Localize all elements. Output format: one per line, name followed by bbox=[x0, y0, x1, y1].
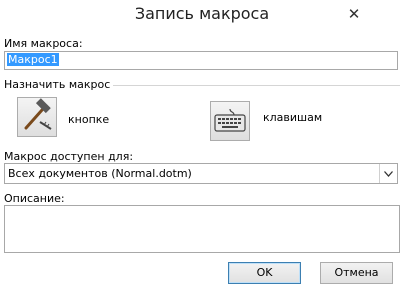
close-icon: ✕ bbox=[347, 5, 361, 23]
assign-to-keyboard-button[interactable] bbox=[210, 101, 250, 141]
hammer-icon bbox=[24, 98, 52, 130]
keyboard-icon bbox=[214, 108, 246, 132]
store-macro-in-select[interactable]: Всех документов (Normal.dotm) bbox=[4, 163, 398, 184]
record-macro-dialog: Запись макроса ✕ Имя макроса: Макрос1 На… bbox=[0, 0, 404, 292]
close-button[interactable]: ✕ bbox=[342, 4, 366, 24]
description-label: Описание: bbox=[4, 192, 65, 205]
macro-name-label: Имя макроса: bbox=[4, 37, 83, 50]
assign-to-keyboard-label: клавишам bbox=[263, 111, 323, 124]
assign-to-button-button[interactable] bbox=[17, 97, 57, 137]
ok-button[interactable]: OK bbox=[228, 262, 301, 284]
chevron-down-icon[interactable] bbox=[379, 164, 397, 183]
store-macro-in-label: Макрос доступен для: bbox=[4, 150, 134, 163]
store-macro-in-value: Всех документов (Normal.dotm) bbox=[8, 167, 192, 180]
cancel-button[interactable]: Отмена bbox=[320, 262, 393, 284]
macro-name-value: Макрос1 bbox=[7, 53, 59, 66]
macro-name-input[interactable]: Макрос1 bbox=[4, 51, 398, 70]
assign-to-button-label: кнопке bbox=[68, 113, 110, 126]
assign-macro-label: Назначить макрос bbox=[4, 78, 114, 91]
title-bar: Запись макроса ✕ bbox=[0, 0, 404, 30]
description-textarea[interactable] bbox=[4, 205, 400, 253]
